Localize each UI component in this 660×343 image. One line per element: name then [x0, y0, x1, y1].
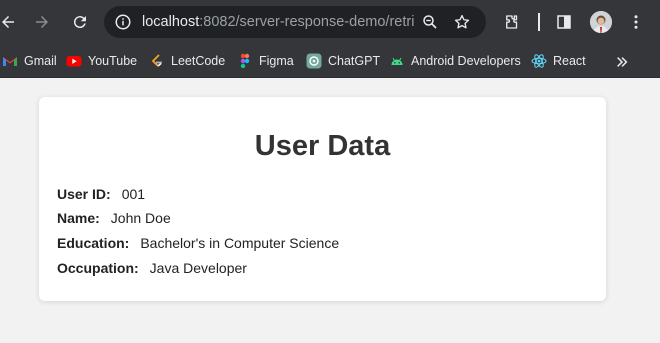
url-path: :8082/server-response-demo/retri...	[199, 14, 414, 30]
field-label: Education:	[57, 235, 130, 251]
back-button[interactable]	[0, 8, 22, 36]
bookmark-android-developers[interactable]: Android Developers	[389, 50, 521, 72]
youtube-icon	[66, 53, 82, 69]
gmail-icon	[2, 53, 18, 69]
site-info-button[interactable]	[112, 11, 134, 33]
browser-toolbar: localhost:8082/server-response-demo/retr…	[0, 0, 660, 44]
puzzle-icon	[506, 15, 518, 29]
bookmark-figma[interactable]: Figma	[237, 50, 294, 72]
zoom-out-icon	[423, 15, 437, 29]
figma-icon	[237, 53, 253, 69]
url-text[interactable]: localhost:8082/server-response-demo/retr…	[142, 14, 414, 32]
side-panel-button[interactable]	[552, 10, 576, 34]
url-host: localhost	[142, 14, 200, 30]
android-icon	[389, 53, 405, 69]
toolbar-divider	[538, 13, 540, 31]
user-data-card: User Data User ID: 001 Name: John Doe Educ…	[39, 97, 606, 301]
star-icon	[454, 14, 470, 29]
reload-icon	[73, 16, 86, 29]
extensions-button[interactable]	[500, 10, 524, 34]
bookmark-chatgpt[interactable]: ChatGPT	[306, 50, 380, 72]
leetcode-icon	[149, 53, 165, 69]
react-icon	[531, 53, 547, 69]
bookmark-label: Figma	[259, 54, 294, 68]
chatgpt-icon	[306, 53, 322, 69]
more-bookmarks-button[interactable]	[612, 52, 632, 72]
bookmarks-bar: Gmail YouTube LeetCode Figma ChatGPT And…	[0, 44, 660, 78]
zoom-button[interactable]	[420, 12, 440, 32]
field-education: Education: Bachelor's in Computer Science	[57, 235, 339, 251]
field-label: Occupation:	[57, 260, 139, 276]
field-value: 001	[121, 186, 146, 202]
profile-avatar[interactable]	[590, 11, 612, 33]
field-label: Name:	[57, 210, 100, 226]
bookmark-label: ChatGPT	[328, 54, 381, 68]
field-name: Name: John Doe	[57, 210, 171, 226]
bookmark-label: YouTube	[88, 54, 138, 68]
field-label: User ID:	[57, 186, 111, 202]
side-panel-icon	[557, 15, 571, 29]
page-title: User Data	[254, 130, 391, 162]
bookmark-leetcode[interactable]: LeetCode	[149, 50, 225, 72]
bookmark-star-button[interactable]	[452, 12, 472, 32]
forward-button[interactable]	[28, 8, 56, 36]
field-occupation: Occupation: Java Developer	[57, 260, 247, 276]
field-value: Java Developer	[149, 260, 247, 276]
menu-button[interactable]	[624, 10, 648, 34]
bookmark-label: React	[553, 54, 586, 68]
kebab-menu-icon	[634, 15, 638, 29]
field-value: Bachelor's in Computer Science	[140, 235, 340, 251]
bookmark-youtube[interactable]: YouTube	[66, 50, 137, 72]
bookmark-react[interactable]: React	[531, 50, 586, 72]
bookmark-label: Android Developers	[411, 54, 521, 68]
bookmark-label: Gmail	[24, 54, 57, 68]
arrow-left-icon	[2, 16, 14, 28]
chevron-double-right-icon	[617, 57, 628, 67]
bookmark-label: LeetCode	[171, 54, 226, 68]
reload-button[interactable]	[66, 8, 94, 36]
field-user-id: User ID: 001	[57, 186, 145, 202]
field-value: John Doe	[110, 210, 171, 226]
bookmark-gmail[interactable]: Gmail	[2, 50, 57, 72]
address-bar[interactable]: localhost:8082/server-response-demo/retr…	[104, 6, 486, 38]
arrow-right-icon	[36, 16, 48, 28]
info-icon	[115, 14, 131, 30]
profile-photo-icon	[590, 11, 612, 33]
